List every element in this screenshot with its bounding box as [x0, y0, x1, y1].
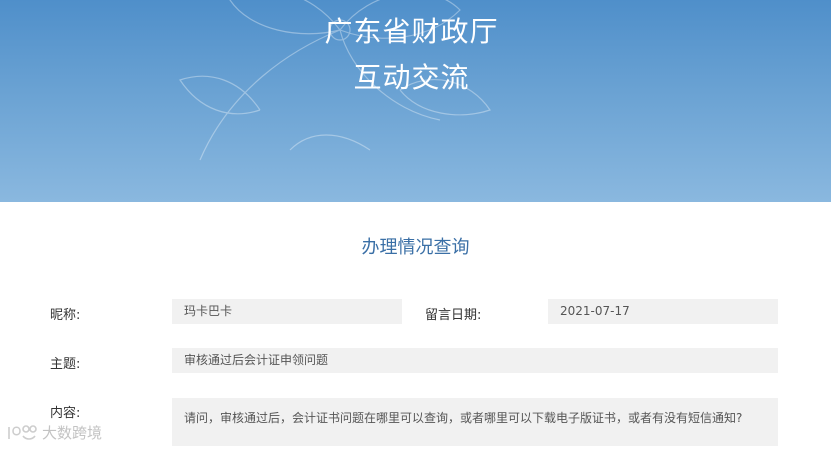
nickname-field: 玛卡巴卡	[172, 299, 402, 324]
date-field: 2021-07-17	[548, 299, 778, 324]
subject-label: 主题:	[50, 357, 81, 372]
content-field: 请问，审核通过后，会计证书问题在哪里可以查询，或者哪里可以下载电子版证书，或者有…	[172, 398, 778, 446]
header-banner: 广东省财政厅 互动交流	[0, 0, 831, 202]
site-subtitle-text: 互动交流	[353, 61, 470, 94]
watermark: 大数跨境	[6, 422, 102, 443]
content-label: 内容:	[50, 406, 81, 421]
section-title: 办理情况查询	[361, 237, 470, 258]
date-label: 留言日期:	[425, 308, 482, 323]
nickname-label: 昵称:	[50, 308, 81, 323]
subject-field: 审核通过后会计证申领问题	[172, 348, 778, 373]
watermark-logo-icon	[8, 424, 37, 440]
watermark-text: 大数跨境	[42, 424, 103, 442]
site-subtitle: 互动交流	[0, 56, 831, 96]
page: 广东省财政厅 互动交流 办理情况查询 昵称: 玛卡巴卡 留言日期: 2021-0…	[0, 0, 831, 450]
site-title-text: 广东省财政厅	[324, 15, 499, 48]
site-title: 广东省财政厅	[0, 10, 831, 50]
